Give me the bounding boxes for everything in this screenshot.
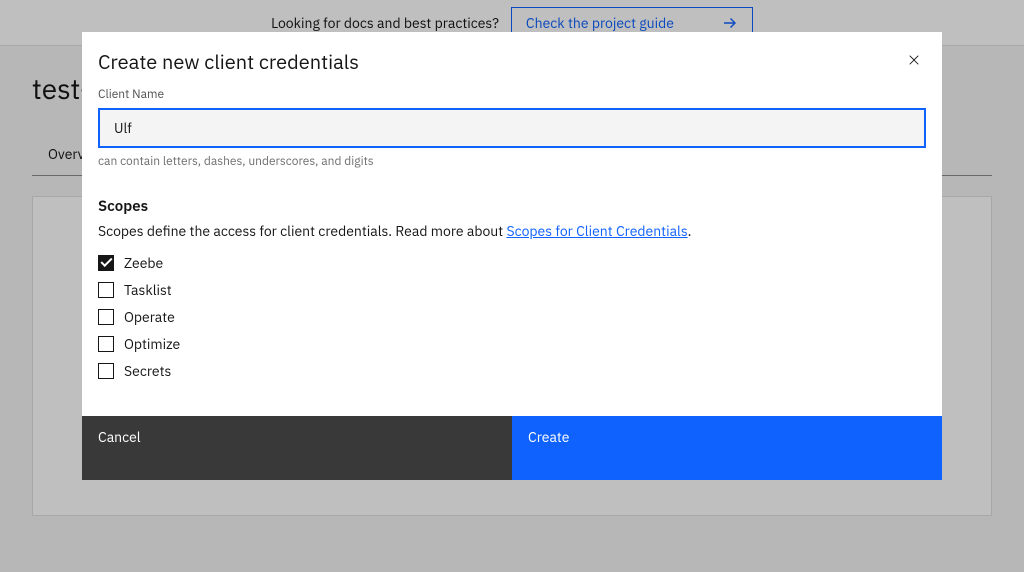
checkbox-label: Tasklist xyxy=(124,281,172,299)
close-button[interactable] xyxy=(902,48,926,72)
scopes-description-suffix: . xyxy=(688,222,692,240)
client-name-label: Client Name xyxy=(98,87,926,102)
checkbox-icon xyxy=(98,309,114,325)
checkbox-icon xyxy=(98,363,114,379)
checkbox-icon xyxy=(98,255,114,271)
checkbox-icon xyxy=(98,282,114,298)
close-icon xyxy=(906,52,922,68)
scopes-checkbox-list: Zeebe Tasklist Operate Optimize Secrets xyxy=(98,254,926,380)
create-button[interactable]: Create xyxy=(512,416,942,480)
client-name-helper: can contain letters, dashes, underscores… xyxy=(98,154,926,169)
modal-header: Create new client credentials xyxy=(82,32,942,87)
checkbox-label: Optimize xyxy=(124,335,180,353)
modal-footer: Cancel Create xyxy=(82,416,942,480)
checkbox-label: Zeebe xyxy=(124,254,163,272)
modal-title: Create new client credentials xyxy=(98,48,359,75)
scopes-doc-link[interactable]: Scopes for Client Credentials xyxy=(506,222,687,240)
checkbox-label: Operate xyxy=(124,308,175,326)
scope-checkbox-tasklist[interactable]: Tasklist xyxy=(98,281,926,299)
cancel-button[interactable]: Cancel xyxy=(82,416,512,480)
scope-checkbox-optimize[interactable]: Optimize xyxy=(98,335,926,353)
scopes-description-prefix: Scopes define the access for client cred… xyxy=(98,222,506,240)
modal-body: Client Name can contain letters, dashes,… xyxy=(82,87,942,416)
client-name-input[interactable] xyxy=(98,108,926,148)
scope-checkbox-operate[interactable]: Operate xyxy=(98,308,926,326)
checkbox-label: Secrets xyxy=(124,362,171,380)
scopes-heading: Scopes xyxy=(98,197,926,216)
checkbox-icon xyxy=(98,336,114,352)
scope-checkbox-secrets[interactable]: Secrets xyxy=(98,362,926,380)
create-client-credentials-modal: Create new client credentials Client Nam… xyxy=(82,32,942,480)
scope-checkbox-zeebe[interactable]: Zeebe xyxy=(98,254,926,272)
scopes-description: Scopes define the access for client cred… xyxy=(98,222,926,242)
